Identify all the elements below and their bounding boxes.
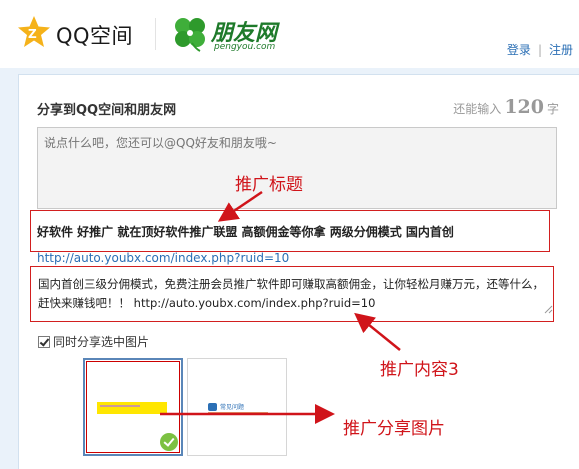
- share-image-option[interactable]: 同时分享选中图片: [38, 333, 149, 350]
- annotation-title: 推广标题: [235, 175, 303, 195]
- image-thumbnail[interactable]: 常见问题: [187, 358, 287, 456]
- counter-prefix: 还能输入: [453, 102, 502, 116]
- link-separator: |: [537, 43, 542, 57]
- image-thumbnail-selected[interactable]: [83, 358, 183, 456]
- share-comment-input[interactable]: [37, 127, 557, 209]
- site-header: Z QQ空间 朋友网 pengyou.com 登录 | 注册: [0, 0, 579, 68]
- link-title-text: 好软件 好推广 就在顶好软件推广联盟 高额佣金等你拿 两级分佣模式 国内首创: [37, 225, 454, 239]
- thumbnail-banner-text: [100, 405, 140, 407]
- share-title: 分享到QQ空间和朋友网: [37, 103, 177, 118]
- qzone-star-logo-icon: Z: [18, 16, 50, 47]
- logo-divider: [155, 18, 156, 50]
- resize-grip-icon[interactable]: [544, 305, 553, 314]
- annotation-image: 推广分享图片: [343, 419, 445, 439]
- register-link[interactable]: 注册: [549, 43, 573, 57]
- thumbnail-caption: 常见问题: [220, 404, 245, 411]
- counter-suffix: 字: [546, 102, 559, 116]
- share-image-label: 同时分享选中图片: [53, 335, 150, 349]
- checkmark-badge-icon: [160, 433, 178, 451]
- pengyou-domain-label: pengyou.com: [214, 42, 276, 52]
- link-title-field[interactable]: 好软件 好推广 就在顶好软件推广联盟 高额佣金等你拿 两级分佣模式 国内首创: [30, 210, 550, 252]
- help-icon: [208, 403, 217, 411]
- annotation-content: 推广内容3: [380, 360, 459, 380]
- login-link[interactable]: 登录: [507, 43, 531, 57]
- link-description-field[interactable]: 国内首创三级分佣模式，免费注册会员推广软件即可赚取高额佣金，让你轻松月赚万元，还…: [30, 266, 554, 322]
- char-counter: 还能输入 120 字: [453, 96, 559, 118]
- thumbnail-banner: [97, 402, 167, 414]
- link-description-text: 国内首创三级分佣模式，免费注册会员推广软件即可赚取高额佣金，让你轻松月赚万元，还…: [38, 277, 544, 310]
- link-url[interactable]: http://auto.youbx.com/index.php?ruid=10: [37, 251, 289, 265]
- thumbnail-underline: [208, 412, 268, 413]
- account-links: 登录 | 注册: [507, 41, 573, 58]
- svg-text:Z: Z: [28, 27, 37, 41]
- counter-value: 120: [504, 96, 544, 118]
- clover-logo-icon: [175, 18, 205, 52]
- share-image-checkbox[interactable]: [38, 335, 50, 348]
- qzone-brand-label: QQ空间: [56, 24, 134, 48]
